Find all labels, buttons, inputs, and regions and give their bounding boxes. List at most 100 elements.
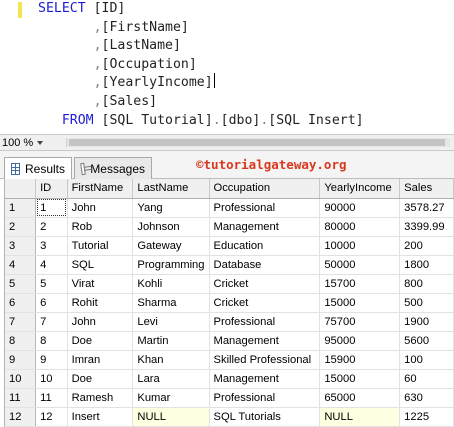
table-cell[interactable]: Kohli bbox=[132, 274, 210, 294]
table-cell[interactable]: Yang bbox=[132, 198, 210, 218]
table-cell[interactable]: Rohit bbox=[67, 293, 134, 313]
tab-results[interactable]: Results bbox=[4, 157, 72, 180]
table-cell[interactable]: NULL bbox=[319, 407, 401, 427]
column-header[interactable]: YearlyIncome bbox=[319, 179, 401, 199]
table-cell[interactable]: Martin bbox=[132, 331, 210, 351]
table-cell[interactable]: Sharma bbox=[132, 293, 210, 313]
table-cell[interactable]: 3578.27 bbox=[399, 198, 454, 218]
query-editor[interactable]: SELECT [ID] ,[FirstName] ,[LastName] ,[O… bbox=[0, 0, 454, 134]
row-number[interactable]: 4 bbox=[5, 255, 37, 275]
table-cell[interactable]: 15700 bbox=[319, 274, 401, 294]
table-cell[interactable]: 75700 bbox=[319, 312, 401, 332]
row-number[interactable]: 2 bbox=[5, 217, 37, 237]
table-cell[interactable]: Ramesh bbox=[67, 388, 134, 408]
table-cell[interactable]: 65000 bbox=[319, 388, 401, 408]
table-cell[interactable]: Gateway bbox=[132, 236, 210, 256]
table-cell[interactable]: SQL bbox=[67, 255, 134, 275]
table-cell[interactable]: Khan bbox=[132, 350, 210, 370]
table-cell[interactable]: Professional bbox=[209, 312, 321, 332]
table-cell[interactable]: Education bbox=[209, 236, 321, 256]
corner-header[interactable] bbox=[5, 179, 37, 199]
table-cell[interactable]: 6 bbox=[35, 293, 68, 313]
row-number[interactable]: 11 bbox=[5, 388, 37, 408]
table-cell[interactable]: 5600 bbox=[399, 331, 454, 351]
table-row[interactable]: 8 8 Doe Martin Management 95000 5600 bbox=[5, 331, 454, 351]
table-cell[interactable]: 11 bbox=[35, 388, 68, 408]
table-cell[interactable]: 15000 bbox=[319, 369, 401, 389]
table-row[interactable]: 10 10 Doe Lara Management 15000 60 bbox=[5, 369, 454, 389]
table-cell[interactable]: 95000 bbox=[319, 331, 401, 351]
row-number[interactable]: 9 bbox=[5, 350, 37, 370]
table-row[interactable]: 1 1 John Yang Professional 90000 3578.27 bbox=[5, 198, 454, 218]
table-cell[interactable]: Doe bbox=[67, 331, 134, 351]
table-cell[interactable]: 50000 bbox=[319, 255, 401, 275]
zoom-dropdown[interactable]: 100 % bbox=[2, 136, 62, 149]
column-header[interactable]: ID bbox=[35, 179, 68, 199]
row-number[interactable]: 3 bbox=[5, 236, 37, 256]
table-row[interactable]: 6 6 Rohit Sharma Cricket 15000 500 bbox=[5, 293, 454, 313]
table-cell[interactable]: Kumar bbox=[132, 388, 210, 408]
table-cell[interactable]: 80000 bbox=[319, 217, 401, 237]
row-number[interactable]: 5 bbox=[5, 274, 37, 294]
table-cell[interactable]: Skilled Professional bbox=[209, 350, 321, 370]
table-cell[interactable]: 3399.99 bbox=[399, 217, 454, 237]
table-cell[interactable]: 1225 bbox=[399, 407, 454, 427]
table-row[interactable]: 5 5 Virat Kohli Cricket 15700 800 bbox=[5, 274, 454, 294]
table-cell[interactable]: Insert bbox=[67, 407, 134, 427]
row-number[interactable]: 12 bbox=[5, 407, 37, 427]
table-cell[interactable]: Virat bbox=[67, 274, 134, 294]
table-cell[interactable]: Professional bbox=[209, 198, 321, 218]
row-number[interactable]: 1 bbox=[5, 198, 37, 218]
table-row[interactable]: 12 12 Insert NULL SQL Tutorials NULL 1225 bbox=[5, 407, 454, 427]
table-cell[interactable]: Lara bbox=[132, 369, 210, 389]
row-number[interactable]: 6 bbox=[5, 293, 37, 313]
tab-messages[interactable]: Messages bbox=[74, 157, 152, 179]
table-cell[interactable]: Imran bbox=[67, 350, 134, 370]
table-cell[interactable]: Levi bbox=[132, 312, 210, 332]
scrollbar-thumb[interactable] bbox=[69, 139, 445, 146]
table-cell[interactable]: 1900 bbox=[399, 312, 454, 332]
table-row[interactable]: 3 3 Tutorial Gateway Education 10000 200 bbox=[5, 236, 454, 256]
table-cell[interactable]: Cricket bbox=[209, 293, 321, 313]
table-cell[interactable]: 800 bbox=[399, 274, 454, 294]
row-number[interactable]: 8 bbox=[5, 331, 37, 351]
table-cell[interactable]: 500 bbox=[399, 293, 454, 313]
table-cell[interactable]: 12 bbox=[35, 407, 68, 427]
table-cell[interactable]: 630 bbox=[399, 388, 454, 408]
column-header[interactable]: Sales bbox=[399, 179, 454, 199]
table-cell[interactable]: NULL bbox=[132, 407, 210, 427]
table-cell[interactable]: 200 bbox=[399, 236, 454, 256]
table-cell[interactable]: 3 bbox=[35, 236, 68, 256]
table-row[interactable]: 9 9 Imran Khan Skilled Professional 15900 100 bbox=[5, 350, 454, 370]
table-cell[interactable]: Professional bbox=[209, 388, 321, 408]
table-cell[interactable]: Cricket bbox=[209, 274, 321, 294]
table-cell[interactable]: 5 bbox=[35, 274, 68, 294]
table-row[interactable]: 7 7 John Levi Professional 75700 1900 bbox=[5, 312, 454, 332]
table-cell[interactable]: Management bbox=[209, 331, 321, 351]
table-cell[interactable]: John bbox=[67, 312, 134, 332]
table-cell[interactable]: 4 bbox=[35, 255, 68, 275]
table-cell[interactable]: Management bbox=[209, 217, 321, 237]
table-cell[interactable]: 10 bbox=[35, 369, 68, 389]
column-header[interactable]: FirstName bbox=[67, 179, 134, 199]
table-cell[interactable]: 100 bbox=[399, 350, 454, 370]
table-cell[interactable]: 90000 bbox=[319, 198, 401, 218]
column-header[interactable]: Occupation bbox=[209, 179, 321, 199]
table-cell[interactable]: Programming bbox=[132, 255, 210, 275]
table-row[interactable]: 4 4 SQL Programming Database 50000 1800 bbox=[5, 255, 454, 275]
table-cell[interactable]: 7 bbox=[35, 312, 68, 332]
table-cell[interactable]: 8 bbox=[35, 331, 68, 351]
table-cell[interactable]: 60 bbox=[399, 369, 454, 389]
table-cell[interactable]: 15000 bbox=[319, 293, 401, 313]
table-cell[interactable]: Rob bbox=[67, 217, 134, 237]
table-cell[interactable]: 1800 bbox=[399, 255, 454, 275]
table-cell[interactable]: SQL Tutorials bbox=[209, 407, 321, 427]
table-cell[interactable]: 2 bbox=[35, 217, 68, 237]
table-cell[interactable]: 1 bbox=[35, 198, 68, 218]
row-number[interactable]: 7 bbox=[5, 312, 37, 332]
table-row[interactable]: 11 11 Ramesh Kumar Professional 65000 630 bbox=[5, 388, 454, 408]
table-cell[interactable]: Management bbox=[209, 369, 321, 389]
table-cell[interactable]: 9 bbox=[35, 350, 68, 370]
table-cell[interactable]: Doe bbox=[67, 369, 134, 389]
column-header[interactable]: LastName bbox=[132, 179, 210, 199]
